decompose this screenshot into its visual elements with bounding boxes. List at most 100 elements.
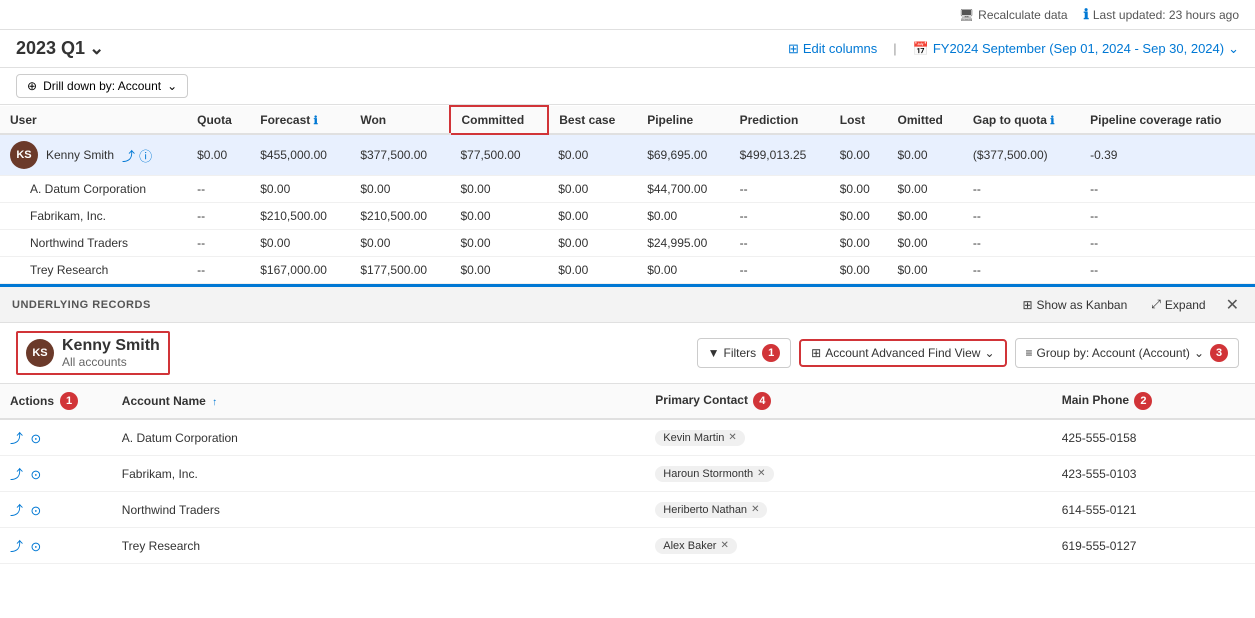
- committed-cell: $0.00: [450, 176, 548, 203]
- kanban-icon: ⊞: [1022, 298, 1032, 312]
- won-cell: $0.00: [350, 176, 450, 203]
- filters-button[interactable]: ▼ Filters 1: [697, 338, 792, 368]
- primary-contact-cell: Haroun Stormonth ✕: [645, 456, 1051, 492]
- forecast-cell: $210,500.00: [250, 203, 350, 230]
- und-user-info: KS Kenny Smith All accounts: [16, 331, 170, 375]
- show-as-kanban-button[interactable]: ⊞ Show as Kanban: [1014, 294, 1135, 316]
- account-name-cell: A. Datum Corporation: [112, 419, 645, 456]
- primary-contact-cell: Heriberto Nathan ✕: [645, 492, 1051, 528]
- account-name-cell: Northwind Traders: [112, 492, 645, 528]
- quota-cell: --: [187, 203, 250, 230]
- col-won: Won: [350, 106, 450, 134]
- period-row: 2023 Q1 ⌄ ⊞ Edit columns | 📅 FY2024 Sept…: [0, 30, 1255, 68]
- row-actions: ⤴ ⊙: [0, 456, 112, 492]
- col-main-phone-header: Main Phone 2: [1052, 384, 1255, 419]
- actions-label: Actions: [10, 394, 54, 408]
- best-case-cell: $0.00: [548, 257, 637, 284]
- fy-selector[interactable]: 📅 FY2024 September (Sep 01, 2024 - Sep 3…: [913, 41, 1239, 57]
- account-name-cell: Fabrikam, Inc.: [112, 456, 645, 492]
- remove-contact-icon[interactable]: ✕: [720, 540, 728, 551]
- gap-cell: --: [963, 203, 1080, 230]
- forecast-cell: $455,000.00: [250, 134, 350, 176]
- quota-cell: $0.00: [187, 134, 250, 176]
- info-icon2[interactable]: ⓘ: [139, 146, 152, 165]
- top-bar-right: 🖥 Recalculate data ℹ Last updated: 23 ho…: [959, 6, 1239, 23]
- open-record-icon[interactable]: ⤴: [10, 503, 23, 518]
- records-body: ⤴ ⊙ A. Datum Corporation Kevin Martin ✕ …: [0, 419, 1255, 564]
- table-row: ⤴ ⊙ Trey Research Alex Baker ✕ 619-555-0…: [0, 528, 1255, 564]
- open-record-icon[interactable]: ⤴: [10, 539, 23, 554]
- table-row: ⤴ ⊙ Northwind Traders Heriberto Nathan ✕…: [0, 492, 1255, 528]
- filter-icon: ▼: [708, 346, 720, 360]
- forecast-sub-row: Fabrikam, Inc. -- $210,500.00 $210,500.0…: [0, 203, 1255, 230]
- und-user-name: Kenny Smith: [62, 337, 160, 355]
- user-name: Kenny Smith: [46, 148, 114, 162]
- open-record-icon[interactable]: ⤴: [10, 467, 23, 482]
- pipeline-cell: $69,695.00: [637, 134, 729, 176]
- remove-contact-icon[interactable]: ✕: [751, 504, 759, 515]
- quota-cell: --: [187, 230, 250, 257]
- open-record-icon[interactable]: ⤴: [10, 431, 23, 446]
- chevron-down-icon: ⌄: [89, 38, 104, 59]
- chevron-down-icon2: ⌄: [1228, 41, 1239, 57]
- lost-cell: $0.00: [830, 134, 888, 176]
- table-row: ⤴ ⊙ Fabrikam, Inc. Haroun Stormonth ✕ 42…: [0, 456, 1255, 492]
- more-options-icon[interactable]: ⊙: [30, 467, 41, 482]
- recalculate-button[interactable]: 🖥 Recalculate data: [959, 8, 1068, 22]
- contact-badge: 4: [753, 392, 771, 410]
- col-best-case: Best case: [548, 106, 637, 134]
- coverage-cell: --: [1080, 176, 1255, 203]
- gap-cell: ($377,500.00): [963, 134, 1080, 176]
- won-cell: $177,500.00: [350, 257, 450, 284]
- contact-chip[interactable]: Kevin Martin ✕: [655, 430, 745, 446]
- remove-contact-icon[interactable]: ✕: [728, 432, 736, 443]
- row-actions: ⤴ ⊙: [0, 492, 112, 528]
- pipeline-cell: $0.00: [637, 257, 729, 284]
- close-button[interactable]: ✕: [1222, 295, 1243, 315]
- pipeline-cell: $0.00: [637, 203, 729, 230]
- period-title[interactable]: 2023 Q1 ⌄: [16, 38, 104, 59]
- edit-columns-button[interactable]: ⊞ Edit columns: [788, 41, 877, 57]
- col-quota: Quota: [187, 106, 250, 134]
- quota-cell: --: [187, 176, 250, 203]
- col-user: User: [0, 106, 187, 134]
- und-user-cell: KS Kenny Smith All accounts: [26, 337, 160, 369]
- lost-cell: $0.00: [830, 176, 888, 203]
- phone-cell: 423-555-0103: [1052, 456, 1255, 492]
- forecast-user-row: KS Kenny Smith ⤴ ⓘ $0.00 $455,000.00 $37…: [0, 134, 1255, 176]
- expand-button[interactable]: ⤢ Expand: [1143, 293, 1213, 316]
- advanced-find-button[interactable]: ⊞ Account Advanced Find View ⌄: [799, 339, 1006, 367]
- contact-name: Haroun Stormonth: [663, 468, 753, 480]
- group-by-badge: 3: [1210, 344, 1228, 362]
- more-options-icon[interactable]: ⊙: [30, 431, 41, 446]
- prediction-cell: --: [730, 203, 830, 230]
- col-lost: Lost: [830, 106, 888, 134]
- remove-contact-icon[interactable]: ✕: [757, 468, 765, 479]
- underlying-title: UNDERLYING RECORDS: [12, 299, 151, 311]
- contact-chip[interactable]: Heriberto Nathan ✕: [655, 502, 767, 518]
- forecast-header-row: User Quota Forecast ℹ Won Committed Best…: [0, 106, 1255, 134]
- contact-chip[interactable]: Alex Baker ✕: [655, 538, 737, 554]
- expand-icon: ⤢: [1151, 297, 1161, 312]
- separator: |: [893, 41, 896, 56]
- drill-icon: ⊕: [27, 79, 37, 93]
- prediction-cell: --: [730, 230, 830, 257]
- recalculate-icon: 🖥: [959, 8, 974, 22]
- last-updated: ℹ Last updated: 23 hours ago: [1084, 6, 1239, 23]
- more-options-icon[interactable]: ⊙: [30, 539, 41, 554]
- best-case-cell: $0.00: [548, 134, 637, 176]
- best-case-cell: $0.00: [548, 176, 637, 203]
- row-actions: ⤴ ⊙: [0, 419, 112, 456]
- contact-chip[interactable]: Haroun Stormonth ✕: [655, 466, 773, 482]
- share-icon[interactable]: ⤴: [122, 146, 135, 165]
- forecast-section: User Quota Forecast ℹ Won Committed Best…: [0, 105, 1255, 284]
- sub-name-cell: Fabrikam, Inc.: [0, 203, 187, 230]
- primary-contact-cell: Kevin Martin ✕: [645, 419, 1051, 456]
- more-options-icon[interactable]: ⊙: [30, 503, 41, 518]
- group-by-button[interactable]: ≡ Group by: Account (Account) ⌄ 3: [1015, 338, 1240, 368]
- forecast-body: KS Kenny Smith ⤴ ⓘ $0.00 $455,000.00 $37…: [0, 134, 1255, 284]
- committed-cell: $77,500.00: [450, 134, 548, 176]
- und-controls: ▼ Filters 1 ⊞ Account Advanced Find View…: [697, 338, 1239, 368]
- col-account-name-header[interactable]: Account Name ↑: [112, 384, 645, 419]
- drill-down-button[interactable]: ⊕ Drill down by: Account ⌄: [16, 74, 188, 98]
